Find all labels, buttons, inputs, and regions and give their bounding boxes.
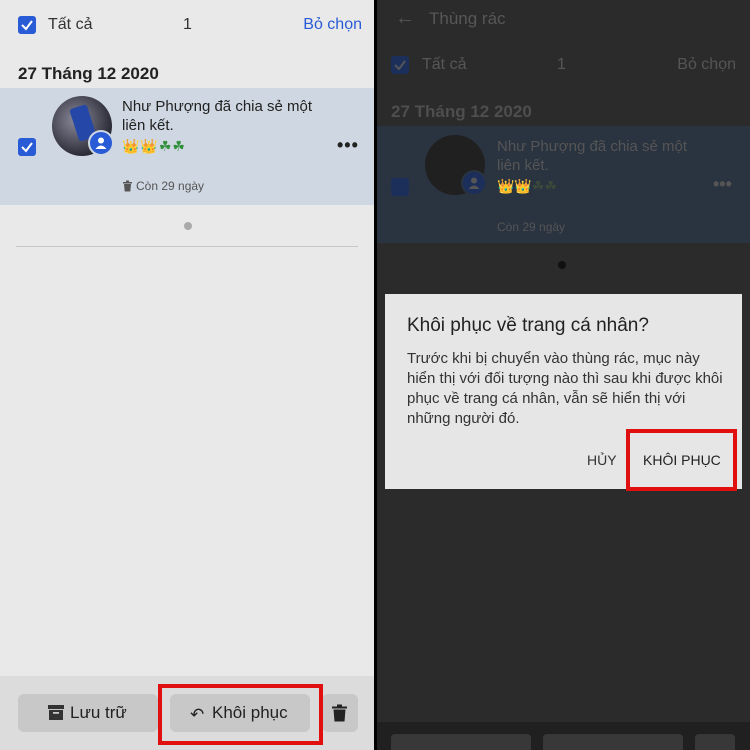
select-all-label: Tất cả: [48, 16, 93, 33]
item-emoji: 👑👑☘☘: [497, 178, 557, 194]
header: ← Thùng rác: [377, 0, 750, 40]
user-icon: [88, 130, 114, 156]
page-title: Thùng rác: [429, 9, 506, 28]
dialog-title: Khôi phục về trang cá nhân?: [407, 315, 649, 336]
loading-dot: [558, 261, 566, 269]
trash-icon: [123, 180, 132, 192]
dialog-body: Trước khi bị chuyển vào thùng rác, mục n…: [407, 350, 723, 427]
checkmark-icon: [21, 142, 33, 153]
back-arrow-icon[interactable]: ←: [395, 7, 415, 30]
user-icon: [461, 170, 487, 196]
loading-dot: [184, 222, 192, 230]
trash-item[interactable]: Như Phượng đã chia sẻ một liên kết. 👑👑☘☘…: [0, 88, 374, 205]
item-emoji: 👑👑☘☘: [122, 138, 186, 154]
archive-button[interactable]: Lưu trữ: [18, 694, 158, 732]
days-remaining: Còn 29 ngày: [122, 179, 204, 193]
selection-bar: Tất cả 1 Bỏ chọn: [0, 0, 374, 52]
date-header: 27 Tháng 12 2020: [18, 64, 159, 83]
trash-item[interactable]: Như Phượng đã chia sẻ một liên kết. 👑👑☘☘…: [377, 126, 750, 243]
restore-button-highlight: [158, 684, 323, 745]
right-screen: ← Thùng rác Tất cả 1 Bỏ chọn 27 Tháng 12…: [377, 0, 750, 750]
confirm-restore-highlight: [626, 429, 737, 491]
cancel-button[interactable]: HỦY: [587, 452, 617, 468]
archive-icon: [48, 705, 64, 720]
checkmark-icon: [21, 20, 33, 31]
days-remaining-label: Còn 29 ngày: [136, 179, 205, 193]
select-all-checkbox[interactable]: [18, 16, 36, 34]
selected-count: 1: [557, 56, 566, 73]
item-checkbox[interactable]: [391, 178, 409, 196]
deselect-button[interactable]: Bỏ chọn: [303, 16, 362, 34]
days-remaining: Còn 29 ngày: [497, 220, 566, 234]
item-text: Như Phượng đã chia sẻ một liên kết.: [497, 138, 688, 174]
more-options-icon[interactable]: •••: [713, 174, 732, 195]
selected-count: 1: [183, 16, 192, 33]
archive-label: Lưu trữ: [70, 703, 127, 722]
bottom-action-bar: [377, 722, 750, 750]
left-screen: Tất cả 1 Bỏ chọn 27 Tháng 12 2020 Như Ph…: [0, 0, 374, 750]
item-checkbox[interactable]: [18, 138, 36, 156]
more-options-icon[interactable]: •••: [337, 135, 359, 156]
checkmark-icon: [394, 60, 406, 71]
item-text: Như Phượng đã chia sẻ một liên kết.: [122, 98, 313, 134]
divider: [16, 246, 358, 247]
deselect-button[interactable]: Bỏ chọn: [677, 56, 736, 74]
trash-icon: [332, 704, 347, 722]
date-header: 27 Tháng 12 2020: [391, 102, 532, 121]
select-all-checkbox[interactable]: [391, 56, 409, 74]
delete-button[interactable]: [322, 694, 358, 732]
select-all-label: Tất cả: [422, 56, 467, 73]
